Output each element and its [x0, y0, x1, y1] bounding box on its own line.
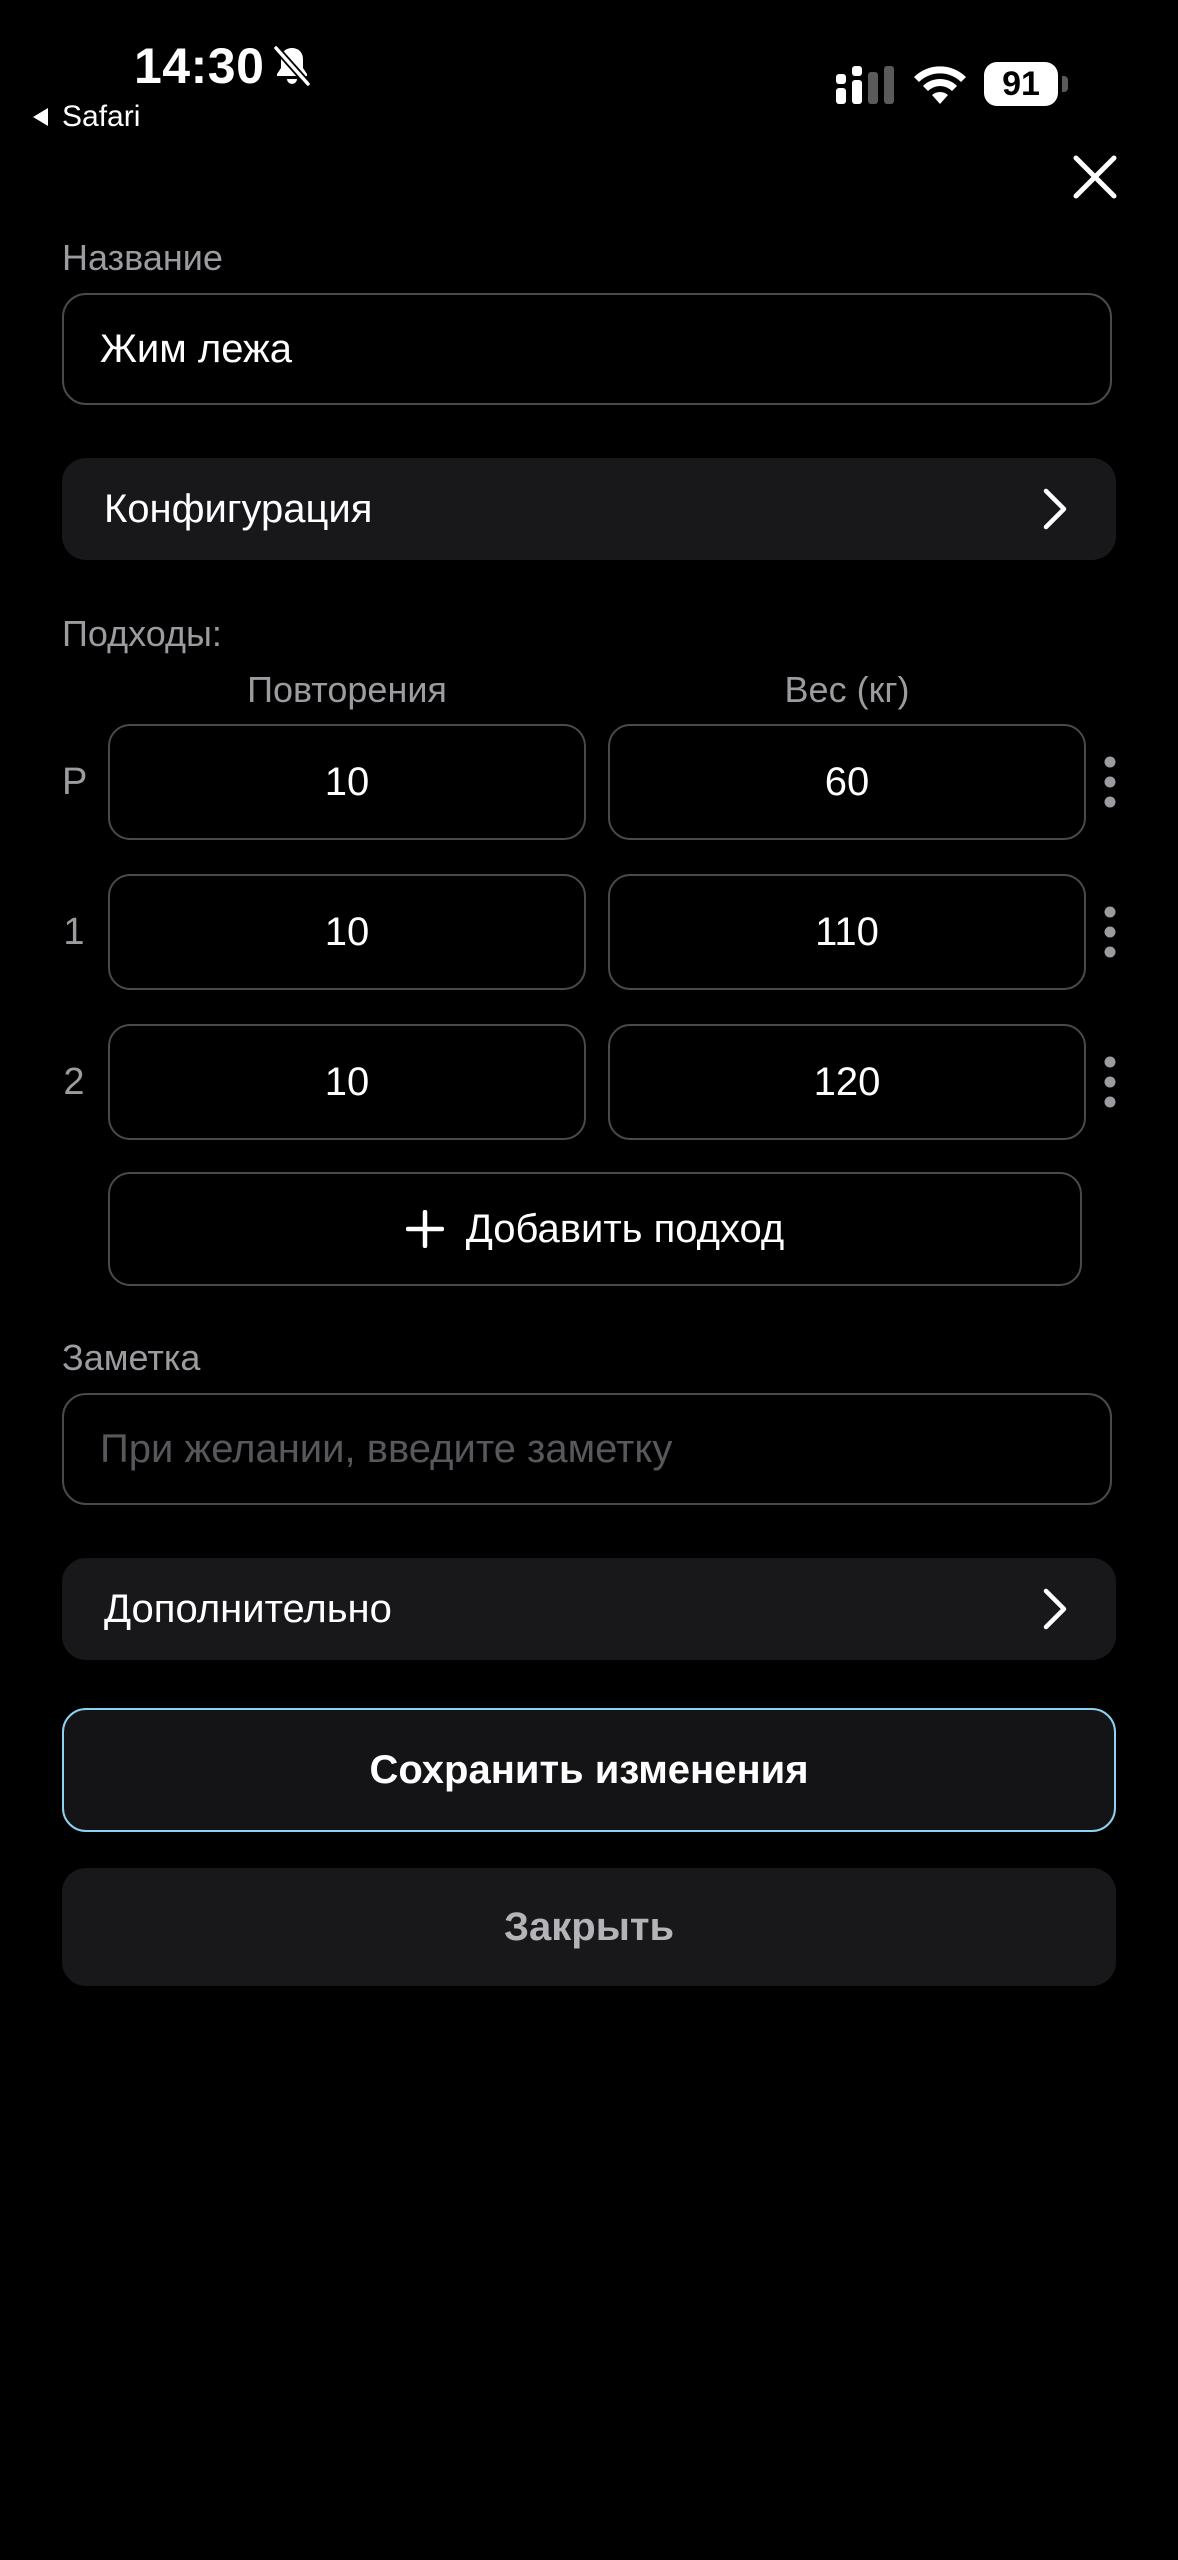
configuration-label: Конфигурация: [104, 486, 373, 531]
set-index: 1: [63, 911, 85, 953]
additional-label: Дополнительно: [104, 1586, 392, 1631]
name-input-value: Жим лежа: [100, 326, 293, 371]
set-index: Р: [62, 761, 88, 803]
status-bar: 14:30 Safari 91: [0, 0, 1178, 140]
battery-level: 91: [984, 62, 1058, 106]
back-to-safari-link[interactable]: Safari: [32, 100, 140, 134]
chevron-right-icon: [1043, 488, 1067, 530]
cellular-signal-icon: [836, 66, 894, 104]
add-set-button[interactable]: Добавить подход: [108, 1172, 1082, 1286]
reps-input[interactable]: 10: [108, 724, 586, 840]
weight-input[interactable]: 120: [608, 1024, 1086, 1140]
back-app-label: Safari: [62, 100, 141, 133]
status-time: 14:30: [134, 38, 265, 94]
weight-column-header: Вес (кг): [784, 669, 910, 710]
more-vertical-icon[interactable]: [1100, 1052, 1120, 1112]
weight-input[interactable]: 110: [608, 874, 1086, 990]
more-vertical-icon[interactable]: [1100, 752, 1120, 812]
reps-column-header: Повторения: [247, 669, 447, 710]
set-index: 2: [63, 1061, 85, 1103]
back-triangle-icon: [33, 108, 48, 126]
name-label: Название: [62, 237, 223, 278]
configuration-row[interactable]: Конфигурация: [62, 458, 1116, 560]
note-input[interactable]: При желании, введите заметку: [62, 1393, 1112, 1505]
note-label: Заметка: [62, 1337, 201, 1378]
save-changes-button[interactable]: Сохранить изменения: [62, 1708, 1116, 1832]
additional-row[interactable]: Дополнительно: [62, 1558, 1116, 1660]
close-icon[interactable]: [1072, 154, 1118, 200]
name-input[interactable]: Жим лежа: [62, 293, 1112, 405]
more-vertical-icon[interactable]: [1100, 902, 1120, 962]
reps-input[interactable]: 10: [108, 874, 586, 990]
battery-icon: 91: [984, 62, 1070, 106]
wifi-icon: [914, 66, 966, 104]
plus-icon: [405, 1210, 444, 1248]
note-input-placeholder: При желании, введите заметку: [100, 1426, 673, 1471]
add-set-label: Добавить подход: [465, 1206, 785, 1251]
close-button[interactable]: Закрыть: [62, 1868, 1116, 1986]
weight-input[interactable]: 60: [608, 724, 1086, 840]
reps-input[interactable]: 10: [108, 1024, 586, 1140]
bell-slash-icon: [272, 44, 312, 88]
sets-label: Подходы:: [62, 613, 222, 654]
battery-cap: [1062, 76, 1068, 92]
chevron-right-icon: [1043, 1588, 1067, 1630]
